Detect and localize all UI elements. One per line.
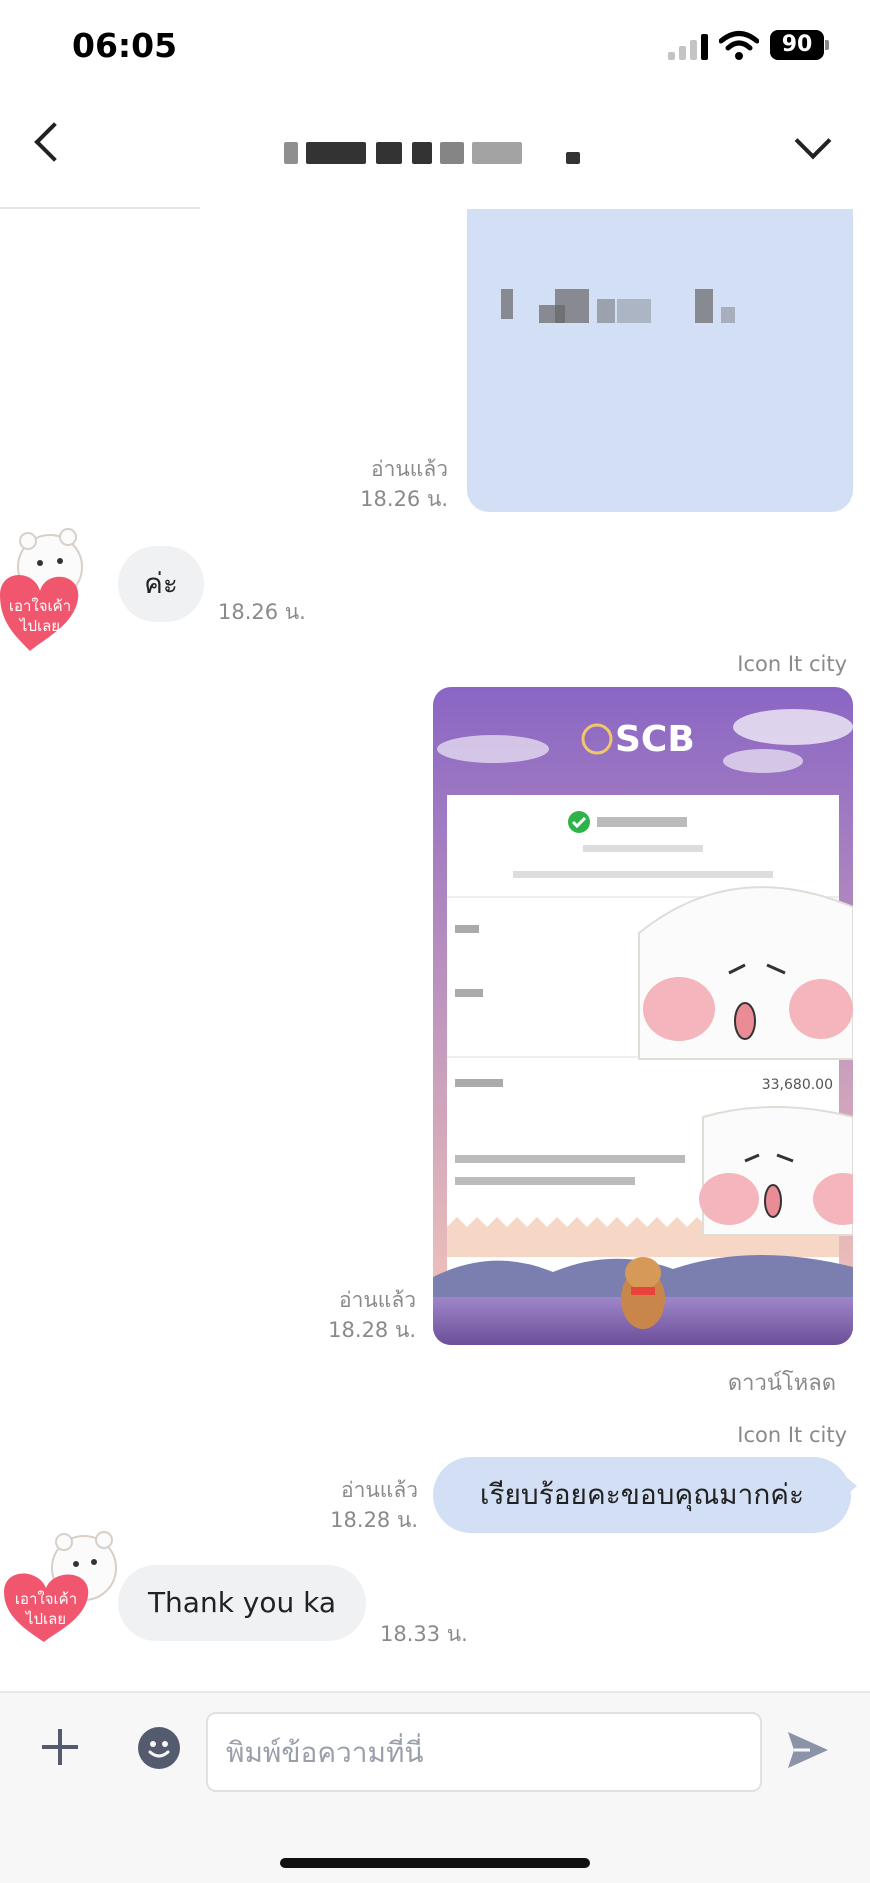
read-status: อ่านแล้ว <box>339 1288 416 1312</box>
message-time: 18.33 น. <box>380 1622 468 1646</box>
header-divider <box>0 207 200 209</box>
message-input-container <box>206 1712 762 1792</box>
message-meta: อ่านแล้ว 18.26 น. <box>300 454 448 514</box>
incoming-message-bubble[interactable]: Thank you ka <box>118 1565 366 1641</box>
battery-icon: 90 <box>770 30 824 60</box>
message-time: 18.26 น. <box>218 600 306 624</box>
chat-title-redacted <box>284 138 584 168</box>
message-input[interactable] <box>208 1714 760 1790</box>
message-text: Thank you ka <box>147 1586 337 1619</box>
message-meta: อ่านแล้ว 18.28 น. <box>270 1285 416 1345</box>
outgoing-message-bubble[interactable]: เรียบร้อยคะขอบคุณมากค่ะ <box>433 1457 851 1533</box>
emoji-icon[interactable] <box>138 1727 180 1769</box>
svg-text:เอาใจเค้า: เอาใจเค้า <box>9 597 71 615</box>
battery-tip <box>825 40 829 50</box>
outgoing-link-preview[interactable] <box>467 209 853 512</box>
plus-icon[interactable] <box>36 1723 84 1771</box>
message-text: ค่ะ <box>144 567 178 600</box>
receipt-bank-logo: SCB <box>615 719 695 760</box>
sender-name: Icon It city <box>737 1423 847 1447</box>
message-time: 18.26 น. <box>360 487 448 511</box>
download-link[interactable]: ดาวน์โหลด <box>640 1365 836 1400</box>
transfer-receipt-image[interactable]: SCB 33,680.00 <box>433 687 853 1345</box>
sender-avatar-sticker[interactable]: เอาใจเค้า ไปเลย <box>0 525 114 651</box>
bubble-tail <box>845 1476 857 1496</box>
sender-name: Icon It city <box>737 652 847 676</box>
chevron-down-icon[interactable] <box>794 122 832 160</box>
message-time: 18.28 น. <box>328 1318 416 1342</box>
svg-text:ไปเลย: ไปเลย <box>19 617 60 635</box>
wifi-icon <box>718 30 760 62</box>
sender-avatar-sticker[interactable]: เอาใจเค้า ไปเลย <box>0 1528 120 1648</box>
incoming-message-bubble[interactable]: ค่ะ <box>118 546 204 622</box>
back-button[interactable] <box>34 122 74 162</box>
signal-icon <box>668 32 710 60</box>
message-time: 18.28 น. <box>330 1508 418 1532</box>
read-status: อ่านแล้ว <box>371 457 448 481</box>
send-icon[interactable] <box>786 1730 830 1770</box>
message-text: เรียบร้อยคะขอบคุณมากค่ะ <box>479 1478 805 1511</box>
svg-text:ไปเลย: ไปเลย <box>25 1610 66 1628</box>
svg-text:เอาใจเค้า: เอาใจเค้า <box>15 1590 77 1608</box>
receipt-amount: 33,680.00 <box>762 1077 833 1093</box>
read-status: อ่านแล้ว <box>341 1478 418 1502</box>
home-indicator <box>280 1858 590 1868</box>
message-meta: อ่านแล้ว 18.28 น. <box>270 1475 418 1535</box>
status-time: 06:05 <box>72 26 178 65</box>
